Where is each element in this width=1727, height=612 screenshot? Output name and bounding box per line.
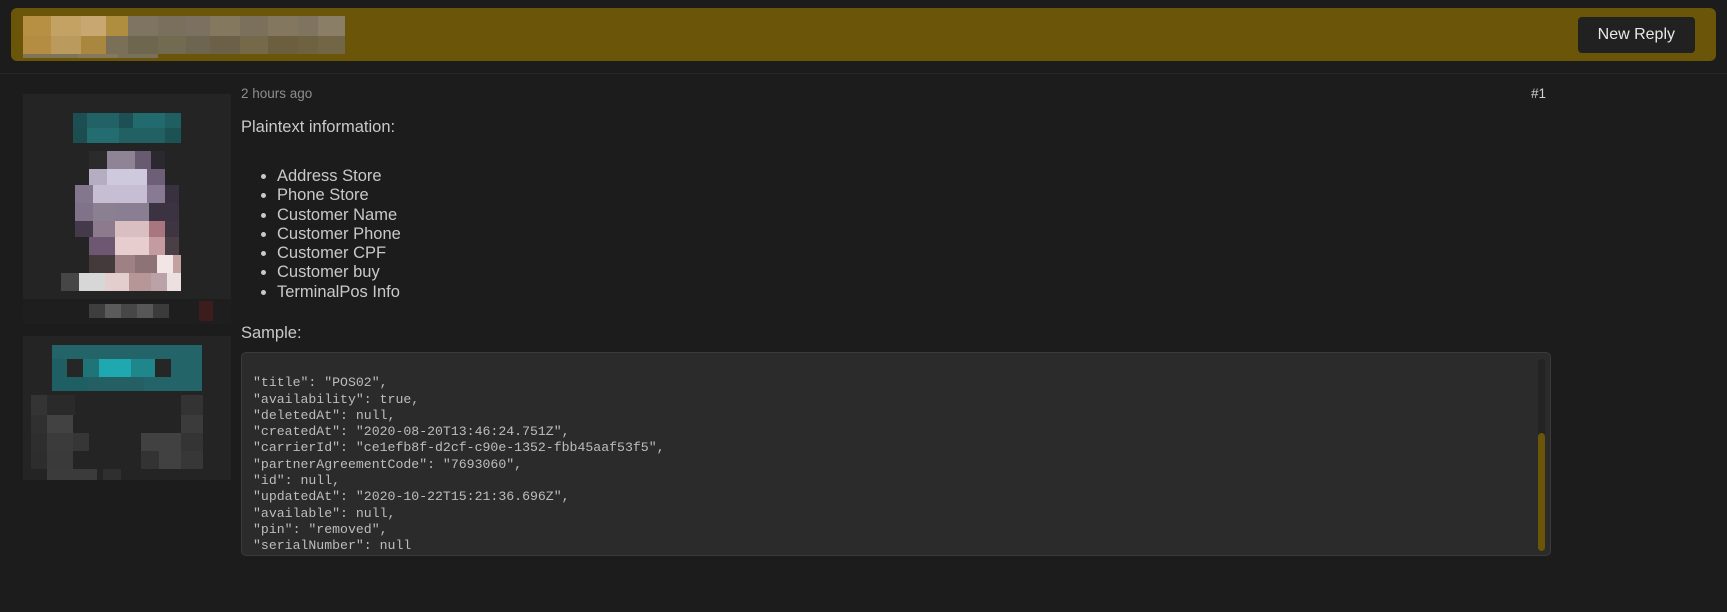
code-sample-text: "title": "POS02", "availability": true, … bbox=[253, 375, 665, 554]
thread-title-redacted bbox=[23, 16, 345, 58]
plaintext-information-heading: Plaintext information: bbox=[241, 118, 396, 136]
list-item: Customer Name bbox=[277, 206, 1551, 225]
secondary-author-card[interactable] bbox=[23, 336, 231, 480]
list-item: Phone Store bbox=[277, 186, 1551, 205]
post-meta-row: 2 hours ago #1 bbox=[241, 86, 1551, 108]
primary-author-card[interactable] bbox=[23, 94, 231, 324]
code-scrollbar-track[interactable] bbox=[1538, 359, 1545, 552]
code-sample-block[interactable]: "title": "POS02", "availability": true, … bbox=[241, 352, 1551, 557]
redaction-mosaic-avatar-secondary bbox=[23, 336, 231, 480]
list-item: Address Store bbox=[277, 167, 1551, 186]
redaction-mosaic-avatar-primary bbox=[23, 94, 231, 324]
post-timestamp: 2 hours ago bbox=[241, 86, 313, 101]
redaction-mosaic-title bbox=[23, 16, 345, 58]
new-reply-button[interactable]: New Reply bbox=[1577, 17, 1695, 53]
list-item: TerminalPos Info bbox=[277, 283, 1551, 302]
plaintext-information-list: Address Store Phone Store Customer Name … bbox=[241, 167, 1551, 302]
post-body: 2 hours ago #1 Plaintext information: Ad… bbox=[241, 86, 1551, 557]
code-scrollbar-thumb[interactable] bbox=[1538, 433, 1545, 552]
list-item: Customer CPF bbox=[277, 244, 1551, 263]
list-item: Customer Phone bbox=[277, 225, 1551, 244]
sample-heading: Sample: bbox=[241, 324, 302, 343]
redaction-mosaic-author-name bbox=[23, 299, 231, 324]
list-item: Customer buy bbox=[277, 263, 1551, 282]
thread-header-bar: New Reply bbox=[11, 8, 1716, 61]
thread-content-area: 2 hours ago #1 Plaintext information: Ad… bbox=[0, 73, 1727, 612]
author-sidebar bbox=[23, 94, 231, 480]
post-number-badge[interactable]: #1 bbox=[1531, 86, 1546, 101]
